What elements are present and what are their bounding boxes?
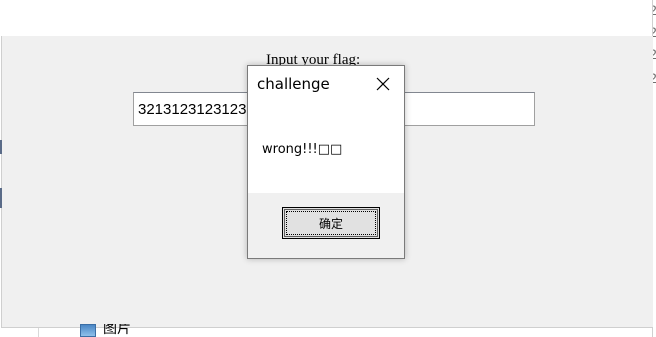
ok-button[interactable]: 确定 xyxy=(282,207,380,239)
tree-divider xyxy=(38,328,39,337)
message-box: challenge wrong!!!□□ 确定 xyxy=(247,65,405,259)
tree-item-pictures[interactable]: 图片 xyxy=(80,324,131,337)
dialog-footer: 确定 xyxy=(248,193,404,258)
dialog-title: challenge xyxy=(257,75,330,93)
tree-item-label: 图片 xyxy=(103,324,131,337)
left-edge-mark xyxy=(0,140,2,154)
ok-button-label: 确定 xyxy=(318,216,343,231)
edge-glyph: 2 xyxy=(653,2,656,18)
explorer-tree-fragment: 图片 xyxy=(0,324,652,337)
dialog-message: wrong!!!□□ xyxy=(262,142,343,157)
close-icon[interactable] xyxy=(375,76,391,92)
left-edge-mark xyxy=(0,188,2,208)
background-window-titlebar xyxy=(0,0,652,36)
image-folder-icon xyxy=(80,324,96,337)
